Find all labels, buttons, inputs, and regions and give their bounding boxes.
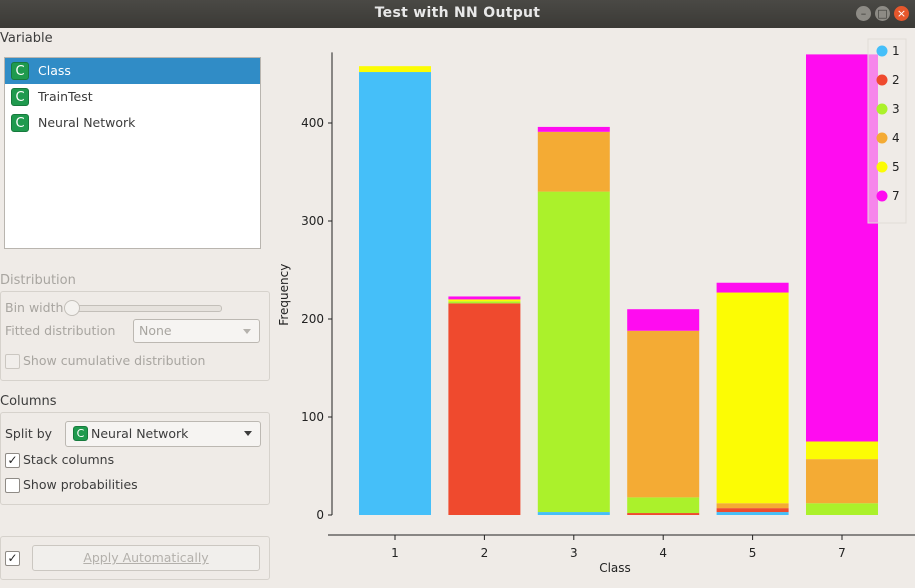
chevron-down-icon bbox=[243, 329, 251, 334]
legend-label: 5 bbox=[892, 160, 900, 174]
variable-item-label: Class bbox=[38, 63, 71, 78]
bar-segment bbox=[537, 126, 610, 132]
categorical-icon: C bbox=[11, 88, 29, 106]
bar-segment bbox=[537, 131, 610, 192]
show-probabilities-checkbox[interactable] bbox=[5, 478, 20, 493]
bar-segment bbox=[448, 296, 521, 300]
cumulative-checkbox[interactable] bbox=[5, 354, 20, 369]
bin-width-slider[interactable] bbox=[68, 305, 222, 312]
bar-chart: 0 100 200 300 400 Frequency 1 2 3 4 5 7 Class 1 2 3 4 5 7 bbox=[277, 38, 915, 575]
distribution-heading: Distribution bbox=[0, 273, 76, 288]
bar-segment bbox=[627, 497, 700, 514]
split-by-value: Neural Network bbox=[91, 426, 189, 441]
bin-width-slider-handle[interactable] bbox=[64, 300, 80, 316]
title-bar: Test with NN Output – □ × bbox=[0, 0, 915, 28]
variable-item-traintest[interactable]: C TrainTest bbox=[5, 84, 260, 110]
bar-segment bbox=[448, 299, 521, 302]
chevron-down-icon bbox=[244, 431, 252, 436]
bar-segment bbox=[806, 54, 878, 442]
legend-label: 1 bbox=[892, 44, 900, 58]
x-tick-label: 2 bbox=[481, 546, 489, 560]
x-tick-label: 4 bbox=[659, 546, 667, 560]
legend-label: 7 bbox=[892, 189, 900, 203]
y-tick-label: 0 bbox=[316, 508, 324, 522]
bar-segment bbox=[448, 301, 521, 304]
y-tick-label: 400 bbox=[301, 116, 324, 130]
bar-segment bbox=[359, 72, 431, 515]
apply-button[interactable]: Apply Automatically bbox=[32, 545, 260, 571]
legend-label: 4 bbox=[892, 131, 900, 145]
variable-item-neural-network[interactable]: C Neural Network bbox=[5, 110, 260, 136]
y-axis-title: Frequency bbox=[277, 264, 291, 326]
fitted-distribution-select[interactable]: None bbox=[133, 319, 260, 343]
bar-segment bbox=[448, 303, 521, 515]
variable-list[interactable]: C Class C TrainTest C Neural Network bbox=[4, 57, 261, 249]
cumulative-label: Show cumulative distribution bbox=[23, 353, 206, 368]
checkmark-icon: ✓ bbox=[7, 551, 18, 565]
bar-segment bbox=[627, 330, 700, 498]
legend-marker bbox=[876, 161, 888, 173]
categorical-icon: C bbox=[11, 114, 29, 132]
variable-heading: Variable bbox=[0, 31, 53, 46]
x-tick-label: 1 bbox=[391, 546, 399, 560]
y-tick-label: 300 bbox=[301, 214, 324, 228]
legend-label: 3 bbox=[892, 102, 900, 116]
fitted-distribution-label: Fitted distribution bbox=[5, 323, 116, 338]
checkmark-icon: ✓ bbox=[7, 453, 18, 467]
variable-item-class[interactable]: C Class bbox=[5, 58, 260, 84]
minimize-button[interactable]: – bbox=[856, 6, 871, 21]
x-tick-label: 5 bbox=[749, 546, 757, 560]
close-button[interactable]: × bbox=[894, 6, 909, 21]
bar-segment bbox=[716, 508, 789, 513]
bar-segment bbox=[716, 512, 789, 515]
categorical-icon: C bbox=[11, 62, 29, 80]
bar-segment bbox=[716, 503, 789, 509]
stack-columns-label: Stack columns bbox=[23, 452, 115, 467]
show-probabilities-label: Show probabilities bbox=[23, 477, 138, 492]
maximize-button[interactable]: □ bbox=[875, 6, 890, 21]
legend-marker bbox=[876, 74, 888, 86]
bar-segment bbox=[806, 459, 878, 504]
legend-marker bbox=[876, 132, 888, 144]
bar-segment bbox=[627, 309, 700, 331]
bar-segment bbox=[359, 66, 431, 73]
bar-segment bbox=[537, 512, 610, 515]
legend-marker bbox=[876, 103, 888, 115]
split-by-select[interactable]: C Neural Network bbox=[65, 421, 261, 447]
y-tick-label: 200 bbox=[301, 312, 324, 326]
bar-segment bbox=[806, 503, 878, 515]
legend-marker bbox=[876, 45, 888, 57]
x-axis-title: Class bbox=[599, 561, 631, 575]
x-tick-label: 7 bbox=[838, 546, 846, 560]
bar-segment bbox=[716, 282, 789, 293]
fitted-distribution-value: None bbox=[139, 323, 172, 338]
categorical-icon: C bbox=[73, 426, 88, 441]
legend-marker bbox=[876, 190, 888, 202]
split-by-label: Split by bbox=[5, 426, 53, 441]
auto-apply-checkbox[interactable]: ✓ bbox=[5, 551, 20, 566]
bar-segment bbox=[627, 513, 700, 515]
x-tick-label: 3 bbox=[570, 546, 578, 560]
bar-segment bbox=[806, 441, 878, 460]
y-tick-label: 100 bbox=[301, 410, 324, 424]
variable-item-label: TrainTest bbox=[38, 89, 93, 104]
legend-label: 2 bbox=[892, 73, 900, 87]
stack-columns-checkbox[interactable]: ✓ bbox=[5, 453, 20, 468]
bin-width-label: Bin width bbox=[5, 300, 64, 315]
chart-area: 0 100 200 300 400 Frequency 1 2 3 4 5 7 Class 1 2 3 4 5 7 bbox=[275, 28, 915, 585]
window-title: Test with NN Output bbox=[374, 5, 541, 21]
bar-segment bbox=[537, 191, 610, 513]
bar-segment bbox=[716, 292, 789, 504]
columns-heading: Columns bbox=[0, 394, 57, 409]
variable-item-label: Neural Network bbox=[38, 115, 136, 130]
